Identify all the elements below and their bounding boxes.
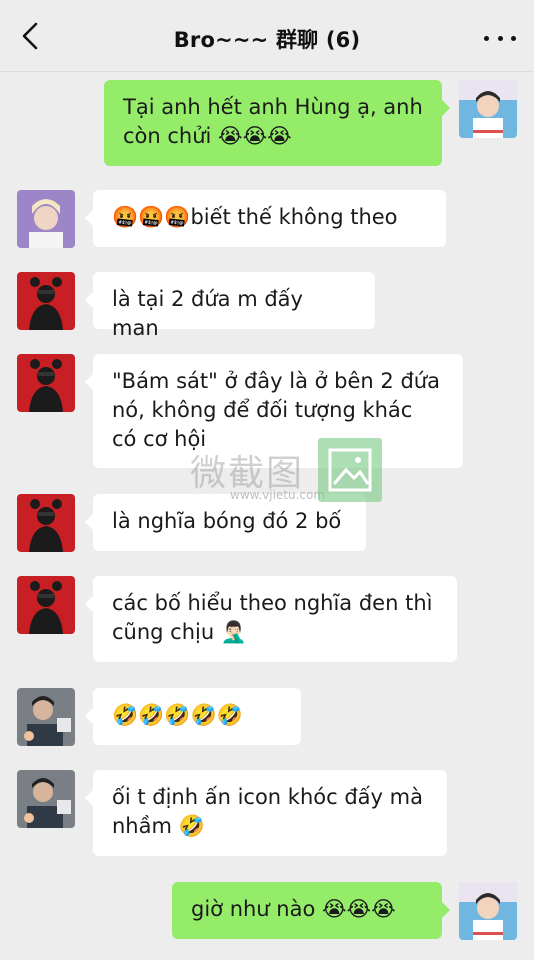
more-button[interactable] [484,26,516,50]
chat-title: Bro~~~ 群聊 (6) [173,28,361,52]
message-bubble[interactable]: "Bám sát" ở đây là ở bên 2 đứa nó, không… [85,354,463,468]
avatar-image [17,190,75,248]
avatar-image [17,494,75,552]
message-list[interactable]: Tại anh hết anh Hùng ạ, anh còn chửi 😭😭😭… [0,72,534,960]
avatar[interactable] [17,272,75,330]
avatar-image [17,272,75,330]
message-bubble[interactable]: 🤣🤣🤣🤣🤣 [85,688,301,745]
avatar[interactable] [459,80,517,138]
chat-header: Bro~~~ 群聊 (6) [0,0,534,72]
avatar-image [459,882,517,940]
avatar-image [459,80,517,138]
message-bubble[interactable]: là tại 2 đứa m đấy man [85,272,375,340]
avatar-image [17,354,75,412]
message-bubble[interactable]: các bố hiểu theo nghĩa đen thì cũng chịu… [85,576,457,662]
message-bubble[interactable]: 🤬🤬🤬biết thế không theo [85,190,446,247]
avatar[interactable] [17,354,75,412]
avatar-image [17,770,75,828]
avatar[interactable] [459,882,517,940]
avatar[interactable] [17,770,75,828]
avatar-image [17,688,75,746]
message-bubble[interactable]: là nghĩa bóng đó 2 bố [85,494,366,551]
avatar-image [17,576,75,634]
avatar[interactable] [17,494,75,552]
avatar[interactable] [17,576,75,634]
more-dots-icon [484,35,489,41]
avatar[interactable] [17,190,75,248]
avatar[interactable] [17,688,75,746]
message-bubble[interactable]: giờ như nào 😭😭😭 [172,882,450,939]
message-bubble[interactable]: Tại anh hết anh Hùng ạ, anh còn chửi 😭😭😭 [104,80,450,166]
message-bubble[interactable]: ối t định ấn icon khóc đấy mà nhầm 🤣 [85,770,447,856]
